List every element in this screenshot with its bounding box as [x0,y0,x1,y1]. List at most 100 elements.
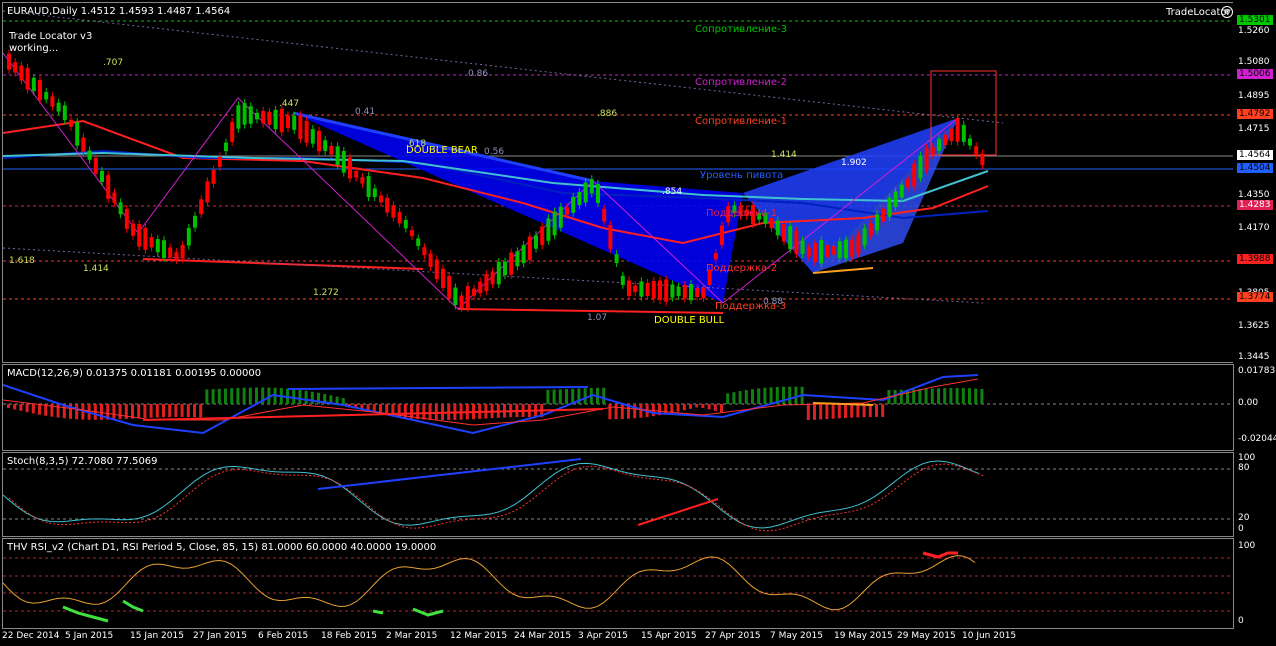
candle-body [19,65,24,81]
macd-bar [856,404,860,418]
price-badge-resistance2: 1.5006 [1237,69,1273,79]
support2-label: Поддержка-2 [706,263,778,274]
stoch-pane[interactable]: Stoch(8,3,5) 72.7080 77.5069 [2,452,1234,537]
candle-body [689,284,693,301]
macd-bar [552,389,556,404]
candle-body [323,140,328,152]
candle-body [341,150,346,173]
macd-bar [248,387,252,404]
macd-bar [794,386,798,404]
date-label: 5 Jan 2015 [65,631,114,641]
macd-bar [180,404,184,418]
macd-bar [428,404,432,420]
macd-bar [825,404,829,420]
macd-bar [831,404,835,419]
macd-bar [664,404,668,415]
rsi-tick: 100 [1238,541,1256,551]
macd-bar [236,387,240,404]
date-label: 2 Mar 2015 [386,631,438,641]
candle-body [875,214,879,231]
resistance3-label: Сопротивление-3 [695,24,788,35]
macd-pane[interactable]: MACD(12,26,9) 0.01375 0.01181 0.00195 0.… [2,364,1234,451]
candle-body [571,196,576,213]
candle-body [410,230,414,237]
macd-bar [137,404,141,419]
candle-body [515,251,520,267]
macd-bar [955,388,959,404]
candle-body [379,195,383,203]
macd-title: MACD(12,26,9) 0.01375 0.01181 0.00195 0.… [7,368,262,379]
price-tick: 1.4170 [1238,223,1270,233]
candle-body [937,138,941,151]
price-badge-resistance3: 1.5301 [1237,15,1273,25]
macd-bar [701,404,705,409]
candle-body [837,241,842,259]
main-chart-pane[interactable]: EURAUD,Daily 1.4512 1.4593 1.4487 1.4564… [2,2,1234,363]
candle-body [298,115,303,139]
macd-tick: -0.02044 [1238,434,1276,444]
date-label: 10 Jun 2015 [962,631,1017,641]
macd-bar [974,388,978,404]
macd-bar [670,404,674,413]
candle-body [484,274,489,292]
candle-body [162,240,166,258]
candle-body [217,156,222,167]
rsi-pane[interactable]: THV RSI_v2 (Chart D1, RSI Period 5, Clos… [2,538,1234,629]
candle-body [360,177,365,184]
candle-body [224,142,228,152]
candle-body [980,153,985,166]
macd-bar [304,390,308,404]
macd-bar [131,404,134,419]
candle-body [255,112,259,120]
price-badge-resistance1: 1.4792 [1237,109,1273,119]
candle-body [248,106,253,124]
stoch-tick: 80 [1238,463,1250,473]
candle-body [56,102,61,112]
macd-bar [416,404,420,420]
candle-body [627,280,631,296]
stoch-title: Stoch(8,3,5) 72.7080 77.5069 [7,456,158,467]
macd-bar [837,404,841,419]
candle-body [13,62,18,73]
macd-bar [868,404,872,418]
candle-body [540,226,545,246]
candle-body [813,242,817,262]
macd-bar [639,404,643,418]
rsi-tick: 0 [1238,616,1244,626]
candle-body [912,163,917,187]
candle-body [800,240,805,254]
candle-body [955,118,960,142]
candle-body [366,176,371,198]
macd-bar [217,388,221,404]
candle-body [118,202,123,215]
macd-bar [13,404,17,410]
macd-bar [558,389,562,404]
candle-body [137,223,142,247]
macd-bar [850,404,854,418]
candle-body [348,157,352,179]
candle-body [149,237,154,248]
candle-body [174,252,179,260]
candle-body [242,103,247,125]
candle-body [273,109,278,130]
candle-body [943,134,948,146]
fib-label: .854 [662,187,683,197]
candle-body [949,128,954,142]
brand-icon[interactable]: ⊗ [1221,6,1233,18]
candle-body [472,288,476,296]
macd-bar [7,404,10,408]
candle-body [695,288,700,297]
date-label: 7 May 2015 [770,631,823,641]
candle-body [819,240,824,264]
candle-body [317,130,321,152]
candle-body [602,208,607,222]
macd-bar [100,404,103,420]
macd-bar [199,404,203,418]
candle-body [261,111,266,124]
macd-bar [695,404,699,408]
macd-bar [676,404,680,412]
macd-bar [930,388,934,404]
macd-tick: 0.01783 [1238,366,1276,376]
candle-body [199,199,204,215]
candle-body [645,282,650,296]
